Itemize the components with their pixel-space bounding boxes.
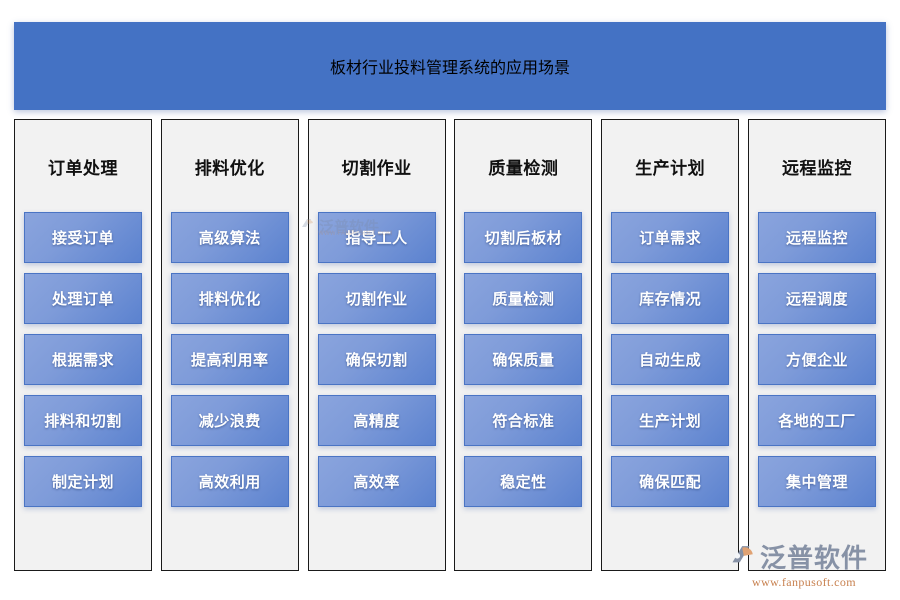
card-label: 库存情况 (639, 291, 702, 308)
card-stack-5: 订单需求库存情况自动生成生产计划确保匹配 (602, 212, 738, 507)
card[interactable]: 稳定性 (464, 456, 583, 507)
column-5: 生产计划 订单需求 库存情况 自动生成 生产计划 确保匹配 (601, 119, 740, 571)
card-label: 确保质量 (492, 352, 555, 369)
column-header-1: 订单处理 (15, 120, 151, 212)
card[interactable]: 高效率 (317, 456, 436, 507)
card[interactable]: 符合标准 (464, 395, 583, 446)
card-label: 减少浪费 (198, 413, 261, 430)
card[interactable]: 提高利用率 (170, 334, 289, 385)
card-label: 生产计划 (639, 413, 702, 430)
card[interactable]: 生产计划 (611, 395, 730, 446)
column-header-label: 生产计划 (635, 158, 706, 178)
card[interactable]: 远程监控 (757, 212, 876, 263)
column-header-6: 远程监控 (749, 120, 885, 212)
card[interactable]: 库存情况 (611, 273, 730, 324)
card-label: 排料优化 (198, 291, 261, 308)
card[interactable]: 排料和切割 (24, 395, 142, 446)
card-label: 制定计划 (51, 474, 114, 491)
card[interactable]: 高精度 (317, 395, 436, 446)
card[interactable]: 高级算法 (170, 212, 289, 263)
card-label: 方便企业 (785, 352, 848, 369)
card-label: 处理订单 (51, 291, 114, 308)
card-label: 切割作业 (345, 291, 408, 308)
card-label: 订单需求 (639, 230, 702, 247)
card-label: 高效利用 (198, 474, 261, 491)
column-4: 质量检测 切割后板材 质量检测 确保质量 符合标准 稳定性 (454, 119, 593, 571)
card-label: 高效率 (353, 474, 400, 491)
card-stack-4: 切割后板材质量检测确保质量符合标准稳定性 (455, 212, 591, 507)
column-header-5: 生产计划 (602, 120, 738, 212)
column-header-label: 排料优化 (194, 158, 265, 178)
card[interactable]: 根据需求 (24, 334, 142, 385)
card[interactable]: 排料优化 (170, 273, 289, 324)
card[interactable]: 自动生成 (611, 334, 730, 385)
column-2: 排料优化 高级算法 排料优化 提高利用率 减少浪费 高效利用 (160, 119, 299, 571)
card-label: 高精度 (353, 413, 400, 430)
card[interactable]: 确保质量 (464, 334, 583, 385)
card-label: 符合标准 (492, 413, 555, 430)
card-label: 各地的工厂 (778, 413, 856, 430)
column-header-label: 远程监控 (781, 158, 852, 178)
card-label: 远程监控 (785, 230, 848, 247)
card-stack-3: 指导工人切割作业确保切割高精度高效率 (309, 212, 445, 507)
logo-swoosh-icon (730, 542, 756, 573)
column-header-label: 质量检测 (488, 158, 559, 178)
column-header-label: 切割作业 (341, 158, 412, 178)
card-label: 高级算法 (198, 230, 261, 247)
card[interactable]: 接受订单 (24, 212, 142, 263)
columns-container: 订单处理 接受订单 处理订单 根据需求 排料和切割 制定计划 排料优化 高级算法 排料优化 提高利… (14, 119, 886, 571)
card-stack-2: 高级算法排料优化提高利用率减少浪费高效利用 (162, 212, 298, 507)
card[interactable]: 切割后板材 (464, 212, 583, 263)
card-label: 排料和切割 (44, 413, 122, 430)
card[interactable]: 方便企业 (757, 334, 876, 385)
brand-logo: 泛普软件 www.fanpusoft.com (730, 540, 890, 592)
column-3: 切割作业 指导工人 切割作业 确保切割 高精度 高效率 (307, 119, 446, 571)
card[interactable]: 集中管理 (757, 456, 876, 507)
card[interactable]: 确保匹配 (611, 456, 730, 507)
card[interactable]: 质量检测 (464, 273, 583, 324)
card-stack-1: 接受订单处理订单根据需求排料和切割制定计划 (15, 212, 151, 507)
column-1: 订单处理接受订单处理订单根据需求排料和切割制定计划 (14, 119, 152, 571)
logo-url: www.fanpusoft.com (752, 575, 857, 589)
card[interactable]: 制定计划 (24, 456, 142, 507)
column-6: 远程监控 远程监控 远程调度 方便企业 各地的工厂 集中管理 (747, 119, 886, 571)
card-label: 提高利用率 (191, 352, 269, 369)
card-label: 确保切割 (345, 352, 408, 369)
card-label: 质量检测 (492, 291, 555, 308)
card-label: 远程调度 (785, 291, 848, 308)
card[interactable]: 订单需求 (611, 212, 730, 263)
card[interactable]: 高效利用 (170, 456, 289, 507)
card[interactable]: 各地的工厂 (757, 395, 876, 446)
card-stack-6: 远程监控远程调度方便企业各地的工厂集中管理 (749, 212, 885, 507)
page-title: 板材行业投料管理系统的应用场景 (329, 60, 570, 77)
card[interactable]: 远程调度 (757, 273, 876, 324)
column-header-3: 切割作业 (309, 120, 445, 212)
card[interactable]: 切割作业 (317, 273, 436, 324)
column-header-4: 质量检测 (455, 120, 591, 212)
card[interactable]: 确保切割 (317, 334, 436, 385)
header-banner: 板材行业投料管理系统的应用场景 (14, 22, 886, 110)
column-header-label: 订单处理 (48, 158, 118, 178)
card-label: 指导工人 (345, 230, 408, 247)
column-header-2: 排料优化 (162, 120, 298, 212)
card-label: 集中管理 (785, 474, 848, 491)
card-label: 确保匹配 (639, 474, 702, 491)
card[interactable]: 处理订单 (24, 273, 142, 324)
logo-row: 泛普软件 (730, 542, 868, 573)
card-label: 接受订单 (51, 230, 114, 247)
card-label: 稳定性 (500, 474, 547, 491)
card-label: 切割后板材 (484, 230, 563, 247)
logo-name: 泛普软件 (760, 542, 869, 573)
card-label: 根据需求 (51, 352, 114, 369)
card-label: 自动生成 (639, 352, 702, 369)
card[interactable]: 减少浪费 (170, 395, 289, 446)
card[interactable]: 指导工人 (317, 212, 436, 263)
